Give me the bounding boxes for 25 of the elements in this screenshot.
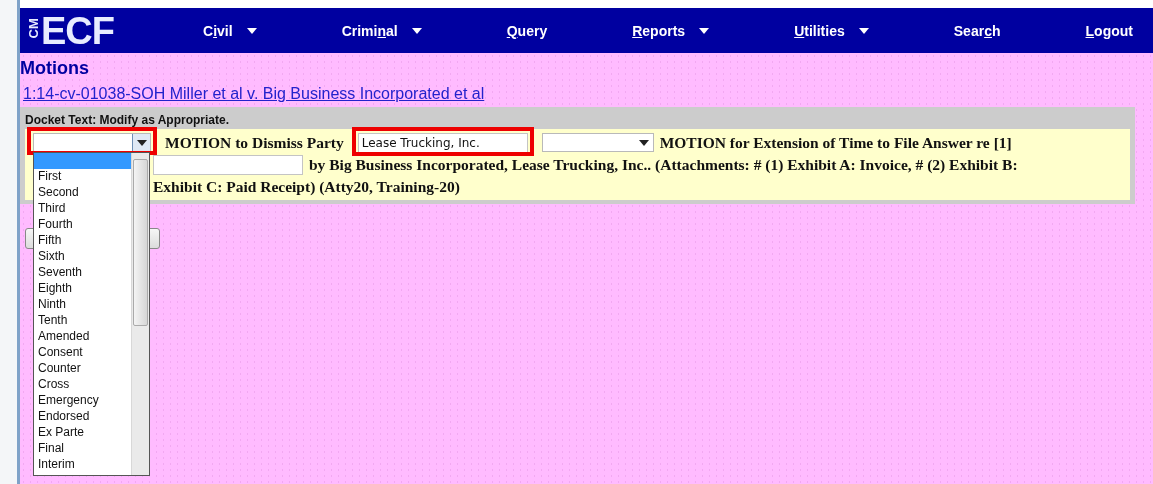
nav-menu-item[interactable]: Reports — [632, 22, 710, 39]
party-field[interactable]: Lease Trucking, Inc. — [357, 132, 528, 153]
caret-icon — [136, 139, 147, 146]
caret-icon — [639, 139, 650, 146]
caret-icon — [411, 27, 422, 34]
caret-icon — [699, 27, 710, 34]
nav-menu-item[interactable]: Civil — [203, 22, 257, 39]
nav-menu-item[interactable]: Criminal — [341, 22, 422, 39]
party-field[interactable] — [153, 154, 303, 175]
docket-text: Exhibit C: Paid Receipt) (Atty20, Training-20) — [153, 177, 460, 196]
docket-text: MOTION to Dismiss Party — [165, 133, 344, 152]
docket-text: MOTION for Extension of Time to File Answer re [1] — [659, 133, 1012, 152]
nav-menu-item[interactable]: Search — [953, 22, 1001, 39]
case-link[interactable]: 1:14-cv-01038-SOH Miller et al v. Big Business Incorporated et al — [23, 85, 485, 103]
modifier-select[interactable] — [541, 133, 654, 152]
scrollbar[interactable] — [131, 153, 149, 475]
logo: CM ECF — [24, 11, 115, 50]
docket-text: by Big Business Incorporated, Lease Trucking, Inc.. (Attachments: # (1) Exhibit A: Invoice, # (2) Exhibit B: — [309, 155, 1018, 174]
nav-menu-item[interactable]: Logout — [1085, 22, 1133, 39]
nav-menu-item[interactable]: Utilities — [794, 22, 869, 39]
caret-icon — [246, 27, 257, 34]
page-title: Motions — [20, 58, 89, 79]
docket-heading: Docket Text: Modify as Appropriate. — [25, 113, 230, 127]
nav-menu-item[interactable]: Query — [506, 22, 548, 39]
caret-icon — [858, 27, 869, 34]
